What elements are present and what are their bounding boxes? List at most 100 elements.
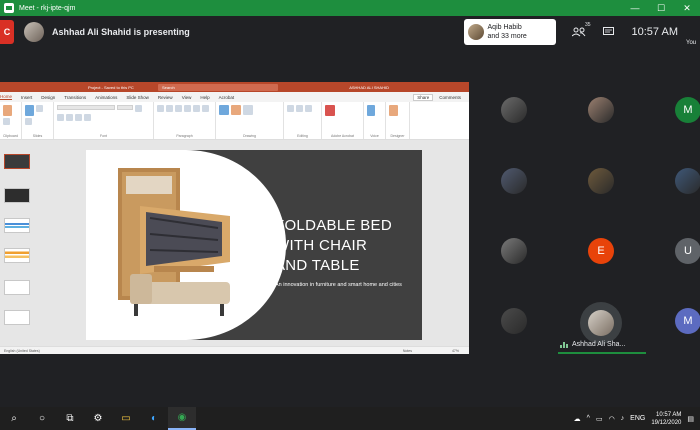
chat-icon — [603, 27, 615, 35]
ribbon-group-label: Clipboard — [3, 134, 18, 138]
shared-screen-powerpoint: Project - Saved to this PC Search ASHHAD… — [0, 82, 469, 354]
participant-tile[interactable] — [501, 97, 527, 123]
participant-tile[interactable]: M — [675, 97, 700, 123]
slide-thumbnail[interactable] — [4, 248, 30, 263]
underline-icon[interactable] — [66, 114, 73, 121]
dictate-icon[interactable] — [367, 105, 375, 116]
ppt-comments-button[interactable]: Comments — [439, 95, 461, 100]
ppt-tab-view[interactable]: View — [182, 95, 192, 100]
presenter-tile-avatar[interactable] — [588, 310, 614, 336]
self-view-label: You — [686, 40, 697, 46]
join-notification[interactable]: Aqib Habib and 33 more — [463, 19, 556, 45]
align-left-icon[interactable] — [175, 105, 182, 112]
participant-tile[interactable]: M — [675, 308, 700, 334]
ribbon-group-slides: Slides — [22, 102, 54, 139]
ppt-workspace: FOLDABLE BED WITH CHAIR AND TABLE An inn… — [0, 140, 469, 346]
acrobat-pdf-icon[interactable] — [325, 105, 335, 116]
italic-icon[interactable] — [57, 114, 64, 121]
people-button[interactable]: 35 — [564, 19, 594, 45]
settings-icon[interactable]: ⚙ — [84, 407, 112, 430]
notifications-icon[interactable]: ▤ — [687, 415, 694, 423]
participant-tile[interactable] — [501, 238, 527, 264]
font-size-box[interactable] — [117, 105, 133, 110]
ribbon-group-designer: Designer — [386, 102, 410, 139]
cut-icon[interactable] — [3, 118, 10, 125]
ppt-tab-slideshow[interactable]: Slide Show — [126, 95, 149, 100]
participant-tile[interactable] — [675, 168, 700, 194]
ppt-tab-help[interactable]: Help — [200, 95, 209, 100]
participant-tile[interactable] — [588, 97, 614, 123]
screen: Meet - rkj-ipte-qjm — ☐ ✕ C Ashhad Ali S… — [0, 0, 700, 430]
slide-thumbnail[interactable] — [4, 188, 30, 203]
keyboard-language[interactable]: ENG — [630, 415, 645, 422]
close-button[interactable]: ✕ — [674, 0, 700, 16]
ribbon-group-paragraph: Paragraph — [154, 102, 216, 139]
ppt-notes-button[interactable]: Notes — [403, 349, 412, 353]
chevron-up-icon[interactable]: ^ — [587, 415, 590, 422]
strikethrough-icon[interactable] — [75, 114, 82, 121]
arrange-icon[interactable] — [231, 105, 241, 115]
section-icon[interactable] — [25, 118, 32, 125]
ppt-zoom-level[interactable]: 47% — [452, 349, 459, 353]
volume-icon[interactable]: ♪ — [621, 415, 625, 422]
ppt-tab-home[interactable]: Home — [0, 94, 13, 100]
current-slide[interactable]: FOLDABLE BED WITH CHAIR AND TABLE An inn… — [86, 150, 422, 340]
paste-icon[interactable] — [3, 105, 12, 116]
cloud-icon[interactable]: ☁ — [574, 415, 581, 423]
ribbon-group-drawing: Drawing — [216, 102, 284, 139]
cortana-icon[interactable]: ○ — [28, 407, 56, 430]
numbering-icon[interactable] — [166, 105, 173, 112]
wifi-icon[interactable]: ◠ — [609, 415, 615, 423]
shapes-icon[interactable] — [219, 105, 229, 115]
align-right-icon[interactable] — [193, 105, 200, 112]
ppt-search-box[interactable]: Search — [158, 83, 278, 91]
slide-thumbnail[interactable] — [4, 218, 30, 233]
ppt-vertical-scrollbar[interactable] — [461, 140, 466, 346]
taskbar-time: 10:57 AM — [656, 411, 682, 418]
find-icon[interactable] — [287, 105, 294, 112]
participant-tile[interactable] — [588, 168, 614, 194]
ppt-tab-design[interactable]: Design — [41, 95, 55, 100]
new-slide-icon[interactable] — [25, 105, 34, 116]
ppt-language: English (United States) — [4, 348, 40, 353]
ppt-ribbon-tabs: Home Insert Design Transitions Animation… — [0, 92, 469, 102]
chat-button[interactable] — [594, 19, 624, 45]
minimize-button[interactable]: — — [622, 0, 648, 16]
file-explorer-icon[interactable]: ▭ — [112, 407, 140, 430]
battery-icon[interactable]: ▭ — [596, 415, 603, 423]
ppt-tab-transitions[interactable]: Transitions — [64, 95, 86, 100]
ppt-tab-review[interactable]: Review — [158, 95, 173, 100]
align-center-icon[interactable] — [184, 105, 191, 112]
layout-icon[interactable] — [36, 105, 43, 112]
slide-thumbnail[interactable] — [4, 310, 30, 325]
maximize-button[interactable]: ☐ — [648, 0, 674, 16]
bullets-icon[interactable] — [157, 105, 164, 112]
ppt-tab-animations[interactable]: Animations — [95, 95, 117, 100]
ribbon-group-editing: Editing — [284, 102, 322, 139]
recording-tag[interactable]: C — [0, 20, 14, 44]
bold-icon[interactable] — [135, 105, 142, 112]
participant-tile[interactable]: U — [675, 238, 700, 264]
ppt-share-button[interactable]: Share — [413, 93, 434, 101]
ppt-tab-insert[interactable]: Insert — [21, 95, 32, 100]
select-icon[interactable] — [305, 105, 312, 112]
search-icon[interactable]: ⌕ — [0, 407, 28, 430]
slide-thumbnail[interactable] — [4, 280, 30, 295]
edge-icon[interactable]: ◐ — [140, 407, 168, 430]
font-name-box[interactable] — [57, 105, 115, 110]
task-view-icon[interactable]: ⧉ — [56, 407, 84, 430]
replace-icon[interactable] — [296, 105, 303, 112]
slide-thumbnail[interactable] — [4, 154, 30, 169]
ppt-tab-acrobat[interactable]: Acrobat — [219, 95, 235, 100]
speaking-indicator-icon — [560, 341, 568, 348]
participant-tile[interactable] — [501, 308, 527, 334]
chrome-icon[interactable]: ◉ — [168, 407, 196, 430]
participant-tile[interactable]: E — [588, 238, 614, 264]
font-color-icon[interactable] — [84, 114, 91, 121]
justify-icon[interactable] — [202, 105, 209, 112]
participant-tile[interactable] — [501, 168, 527, 194]
slide-headline-line-2: WITH CHAIR — [275, 237, 368, 254]
design-ideas-icon[interactable] — [389, 105, 398, 116]
quick-styles-icon[interactable] — [243, 105, 253, 115]
taskbar-clock[interactable]: 10:57 AM 19/12/2020 — [651, 411, 681, 427]
